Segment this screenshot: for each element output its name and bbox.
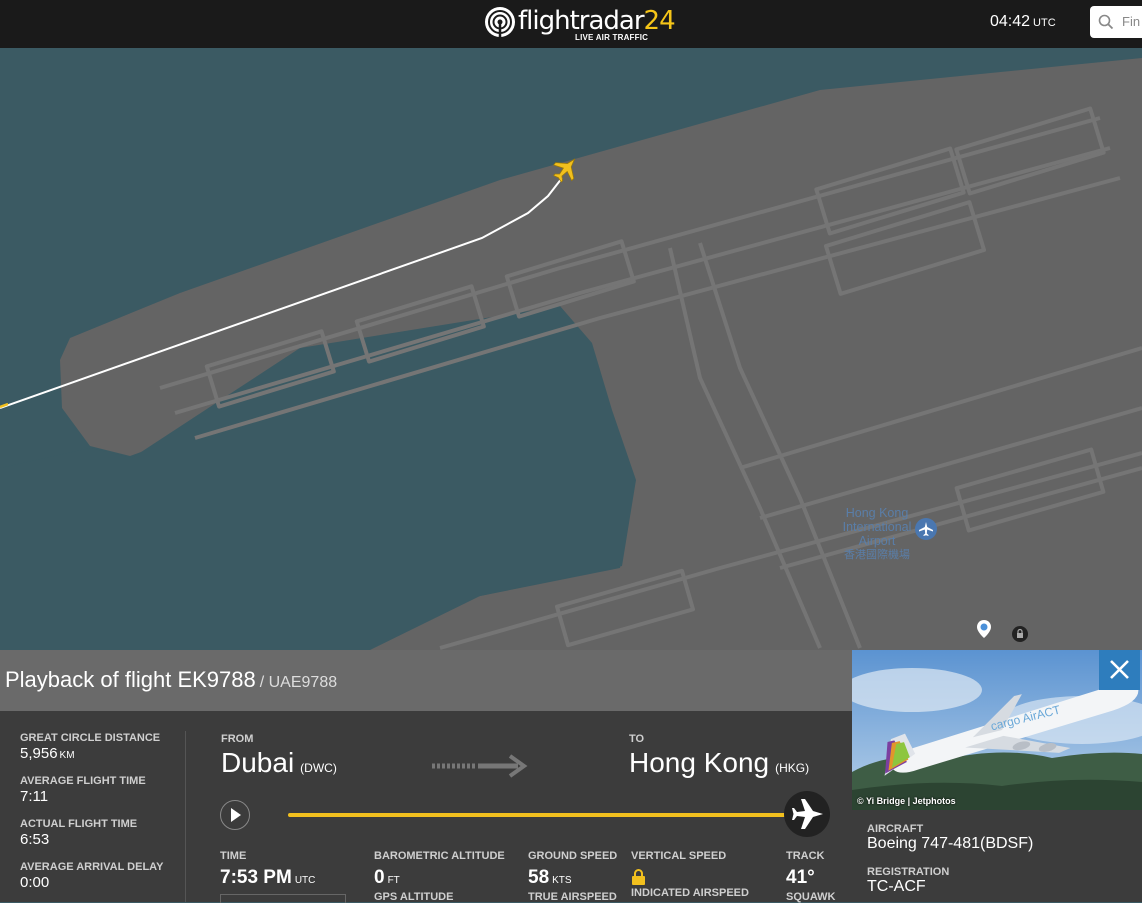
- logo-wordmark: flightradar24: [518, 6, 676, 36]
- play-icon: [231, 808, 241, 822]
- airport-pin[interactable]: [915, 518, 937, 540]
- search-placeholder: Fin: [1122, 14, 1141, 29]
- indicated-airspeed-label: INDICATED AIRSPEED: [631, 887, 749, 899]
- destination-city[interactable]: Hong Kong (HKG): [629, 747, 809, 779]
- utc-clock: 04:42 UTC: [990, 13, 1056, 30]
- close-button[interactable]: [1099, 650, 1140, 690]
- play-button[interactable]: [220, 800, 250, 830]
- close-icon: [1110, 660, 1129, 679]
- origin-city[interactable]: Dubai (DWC): [221, 747, 337, 779]
- aircraft-type-value: Boeing 747-481(BDSF): [867, 835, 1034, 852]
- search-icon: [1098, 14, 1114, 30]
- route-arrow-icon: [432, 754, 528, 778]
- baro-altitude-label: BAROMETRIC ALTITUDE: [374, 850, 505, 862]
- top-bar: flightradar24 LIVE AIR TRAFFIC 04:42 UTC …: [0, 0, 1142, 48]
- aircraft-type-label: AIRCRAFT: [867, 823, 924, 835]
- time-label: TIME: [220, 850, 247, 862]
- lock-icon: [1012, 626, 1028, 642]
- timeline-handle[interactable]: [784, 791, 830, 837]
- time-value: 7:53 PM UTC: [220, 867, 316, 888]
- playback-timeline[interactable]: [288, 813, 806, 817]
- callsign: / UAE9788: [259, 674, 338, 691]
- flight-info-panel: GREAT CIRCLE DISTANCE 5,956 KM AVERAGE FL…: [0, 711, 852, 903]
- radar-icon: [485, 7, 515, 37]
- vertical-speed-label: VERTICAL SPEED: [631, 850, 727, 862]
- airplane-pin-icon: [919, 522, 933, 536]
- ground-speed-label: GROUND SPEED: [528, 850, 618, 862]
- airport-map: [0, 48, 1142, 650]
- flightradar24-logo[interactable]: flightradar24 LIVE AIR TRAFFIC: [484, 4, 676, 44]
- registration-value: TC-ACF: [867, 878, 926, 895]
- track-label: TRACK: [786, 850, 825, 862]
- from-label: FROM: [221, 733, 254, 745]
- track-value: 41°: [786, 867, 815, 888]
- lock-icon: [632, 869, 645, 885]
- baro-altitude-value: 0 FT: [374, 867, 400, 888]
- gps-altitude-label: GPS ALTITUDE: [374, 891, 454, 903]
- aircraft-details: AIRCRAFT Boeing 747-481(BDSF) REGISTRATI…: [852, 810, 1142, 902]
- logo-tagline: LIVE AIR TRAFFIC: [575, 33, 649, 42]
- location-pin-icon[interactable]: [977, 620, 991, 638]
- ground-speed-value: 58 KTS: [528, 867, 572, 888]
- map-view[interactable]: Hong Kong International Airport 香港國際機場: [0, 48, 1142, 650]
- photo-credit[interactable]: © Yi Bridge | Jetphotos: [857, 796, 956, 806]
- playback-title-bar: Playback of flight EK9788/ UAE9788: [0, 650, 852, 711]
- squawk-label: SQUAWK: [786, 891, 836, 903]
- stat-average-flight-time: AVERAGE FLIGHT TIME 7:11: [20, 775, 146, 805]
- search-input[interactable]: Fin: [1090, 6, 1142, 38]
- to-label: TO: [629, 733, 645, 745]
- stat-actual-flight-time: ACTUAL FLIGHT TIME 6:53: [20, 818, 138, 848]
- divider: [185, 731, 186, 902]
- airplane-icon: [792, 799, 823, 829]
- true-airspeed-label: TRUE AIRSPEED: [528, 891, 617, 903]
- stat-average-arrival-delay: AVERAGE ARRIVAL DELAY 0:00: [20, 861, 164, 891]
- stat-great-circle-distance: GREAT CIRCLE DISTANCE 5,956 KM: [20, 732, 161, 762]
- playback-title: Playback of flight EK9788/ UAE9788: [5, 667, 338, 692]
- registration-label: REGISTRATION: [867, 866, 950, 878]
